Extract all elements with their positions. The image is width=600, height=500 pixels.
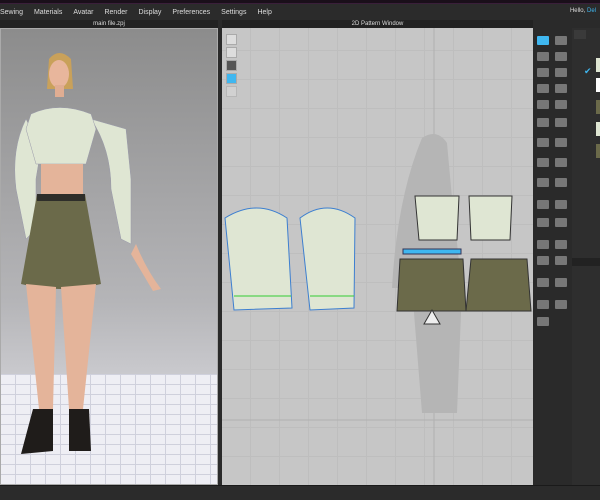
- fabric-swatch[interactable]: [596, 58, 600, 72]
- pattern-toolbar: [533, 28, 572, 485]
- object-browser-panel: ✔: [572, 28, 600, 485]
- tool-annotation-icon[interactable]: [537, 256, 549, 265]
- menu-display[interactable]: Display: [138, 9, 161, 16]
- tool-text-icon[interactable]: [537, 240, 549, 249]
- tool-measure-icon[interactable]: [555, 240, 567, 249]
- menu-preferences[interactable]: Preferences: [172, 9, 210, 16]
- list-view-icon[interactable]: [574, 30, 586, 39]
- tool-button-icon[interactable]: [555, 300, 567, 309]
- panel-divider[interactable]: [572, 258, 600, 266]
- view2d-title: 2D Pattern Window: [222, 20, 533, 28]
- status-bar: [0, 485, 600, 500]
- fabric-swatch[interactable]: [596, 100, 600, 114]
- tool-trace-icon[interactable]: [537, 118, 549, 127]
- tool-zipper-icon[interactable]: [537, 200, 549, 209]
- greeting-text: Hello,: [569, 8, 586, 14]
- 3d-garment-viewport[interactable]: [0, 28, 218, 485]
- menu-bar: Sewing Materials Avatar Render Display P…: [0, 4, 600, 20]
- tool-transform-icon[interactable]: [555, 36, 567, 45]
- pattern-pieces: [222, 28, 533, 485]
- tool-fabric-icon[interactable]: [555, 138, 567, 147]
- tool-circle-icon[interactable]: [555, 84, 567, 93]
- menu-render[interactable]: Render: [104, 9, 127, 16]
- tool-line-icon[interactable]: [555, 200, 567, 209]
- tool-shirt-icon[interactable]: [555, 118, 567, 127]
- menu-avatar[interactable]: Avatar: [73, 9, 93, 16]
- tool-pattern-icon[interactable]: [555, 158, 567, 167]
- menu-sewing[interactable]: Sewing: [0, 9, 23, 16]
- tool-bug-icon[interactable]: [537, 317, 549, 326]
- menu-help[interactable]: Help: [257, 9, 271, 16]
- tool-iron-icon[interactable]: [555, 100, 567, 109]
- tool-internal-icon[interactable]: [555, 68, 567, 77]
- tool-dart-icon[interactable]: [537, 100, 549, 109]
- check-icon[interactable]: ✔: [584, 66, 592, 77]
- tool-segment-icon[interactable]: [537, 178, 549, 187]
- view3d-title: main file.zpj: [0, 20, 218, 28]
- tool-polygon-icon[interactable]: [537, 68, 549, 77]
- tool-curve-icon[interactable]: [555, 52, 567, 61]
- tool-grid-icon[interactable]: [537, 278, 549, 287]
- menu-materials[interactable]: Materials: [34, 9, 62, 16]
- tool-stitch-icon[interactable]: [555, 218, 567, 227]
- tool-pin-icon[interactable]: [537, 158, 549, 167]
- user-link[interactable]: Del: [587, 8, 596, 14]
- tool-image-icon[interactable]: [555, 278, 567, 287]
- user-greeting: Hello, Del: [570, 8, 596, 14]
- menu-settings[interactable]: Settings: [221, 9, 246, 16]
- tool-topstitch-icon[interactable]: [537, 218, 549, 227]
- fabric-swatch[interactable]: [596, 78, 600, 92]
- tool-seam-icon[interactable]: [555, 178, 567, 187]
- 2d-pattern-window[interactable]: [222, 28, 533, 485]
- tool-edit-point-icon[interactable]: [537, 52, 549, 61]
- tool-edit-pattern-icon[interactable]: [537, 36, 549, 45]
- fabric-swatch[interactable]: [596, 144, 600, 158]
- tool-cut-icon[interactable]: [537, 138, 549, 147]
- avatar-model: [14, 53, 161, 454]
- tool-rectangle-icon[interactable]: [537, 84, 549, 93]
- tool-ruler-icon[interactable]: [555, 256, 567, 265]
- tool-fold-icon[interactable]: [537, 300, 549, 309]
- fabric-swatch[interactable]: [596, 122, 600, 136]
